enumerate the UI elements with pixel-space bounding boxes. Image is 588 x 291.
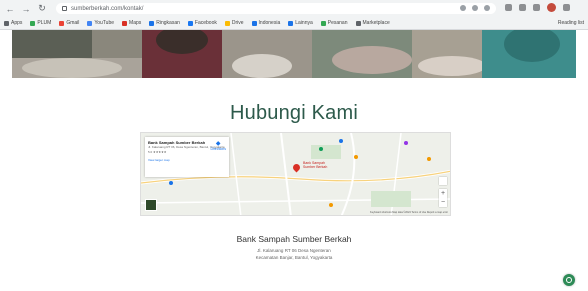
bookmark-star-icon[interactable] [472,5,478,11]
zoom-control[interactable]: + − [439,189,447,207]
directions-label: Directions [210,147,226,151]
map-pin-label: Bank Sampah Sumber Berkah [303,161,328,170]
url-text: sumberberkah.com/kontak/ [71,5,144,12]
bookmarks-bar: Apps PLUM Gmail YouTube Maps Ringkasan F… [0,17,588,30]
bookmark-item[interactable]: Apps [4,20,22,26]
bookmark-item[interactable]: Indonesia [251,20,280,26]
whatsapp-chat-button[interactable] [563,274,575,286]
map-place-card: Bank Sampah Sumber Berkah Jl. Kalaruang … [145,137,229,177]
bookmark-item[interactable]: Ringkasan [149,20,180,26]
directions-icon: ◆ [215,141,221,147]
bookmark-item[interactable]: Facebook [187,20,217,26]
address-line-2: Kecamatan Banjar, Bantul, Yogyakarta [255,254,333,260]
hero-photo [12,30,576,78]
back-icon[interactable]: ← [4,3,16,15]
embedded-map[interactable]: Bank Sampah Sumber Berkah Jl. Kalaruang … [140,132,451,216]
reload-icon[interactable]: ↻ [36,3,48,15]
browser-chrome: ← → ↻ sumberberkah.com/kontak/ Apps PLUM… [0,0,588,30]
hero-image [12,30,576,78]
bookmark-item[interactable]: Pesanan [320,20,348,26]
forward-icon[interactable]: → [20,3,32,15]
browser-toolbar: ← → ↻ sumberberkah.com/kontak/ [0,0,588,17]
contact-section: Hubungi Kami Bank Sampah Sumber Berkah J… [0,78,588,291]
street-view-icon[interactable] [439,177,447,185]
avatar[interactable] [547,3,556,12]
menu-icon[interactable] [563,4,570,11]
bookmark-item[interactable]: Lainnya [288,20,313,26]
address-bar[interactable]: sumberberkah.com/kontak/ [56,3,496,14]
media-icon[interactable] [533,4,540,11]
map-layers-button[interactable] [145,199,157,211]
address-line-1: Jl. Kalaruang RT 06 Desa Ngenteran [257,248,331,253]
directions-button[interactable]: ◆ Directions [210,140,226,151]
bookmark-item[interactable]: Gmail [59,20,79,26]
lock-icon [62,6,67,11]
reading-list[interactable]: Reading list [558,20,584,26]
share-icon[interactable] [460,5,466,11]
map-footer: Keyboard shortcuts Map data ©2024 Terms … [370,211,448,214]
organization-address: Jl. Kalaruang RT 06 Desa Ngenteran Kecam… [0,248,588,262]
bookmark-item[interactable]: PLUM [30,20,51,26]
map-place-rating: 5.0 ★★★★★ [148,149,167,154]
bookmark-item[interactable]: Drive [224,20,244,26]
bookmark-item[interactable]: Marketplace [355,20,390,26]
view-larger-map-link[interactable]: View larger map [148,158,226,162]
zoom-in-button[interactable]: + [439,189,447,198]
extension-icon[interactable] [484,5,490,11]
extensions-icon[interactable] [505,4,512,11]
organization-name: Bank Sampah Sumber Berkah [236,234,352,244]
bookmark-item[interactable]: YouTube [87,20,114,26]
bookmark-item[interactable]: Maps [122,20,141,26]
zoom-out-button[interactable]: − [439,198,447,207]
page-title: Hubungi Kami [229,102,359,124]
puzzle-icon[interactable] [519,4,526,11]
